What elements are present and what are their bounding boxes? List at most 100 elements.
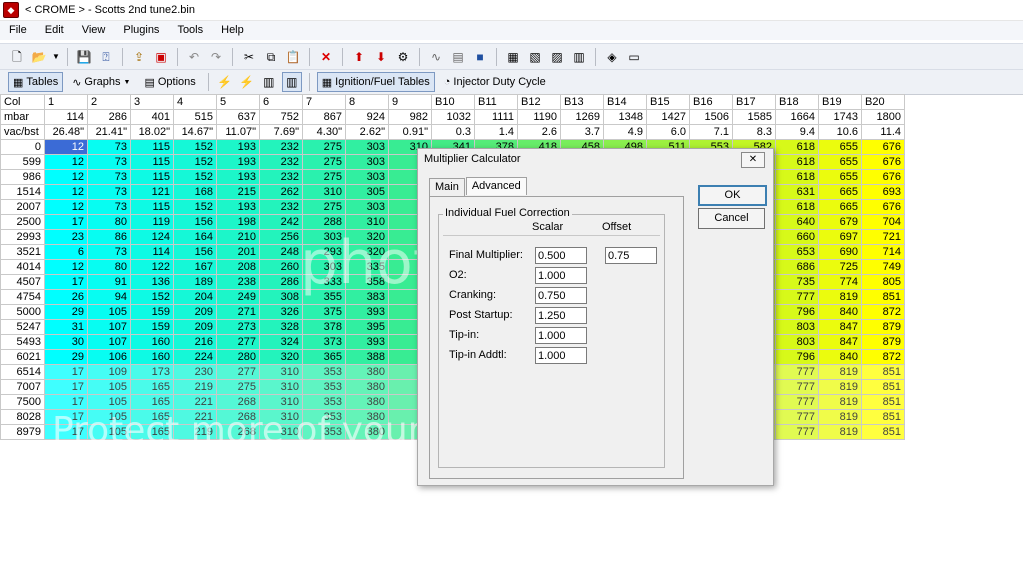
table-cell[interactable]: 242 [259,214,303,230]
table-cell[interactable]: 310 [345,214,389,230]
table-cell[interactable]: 303 [302,229,346,245]
table-cell[interactable]: 851 [861,364,905,380]
table-cell[interactable]: 840 [818,304,862,320]
table-cell[interactable]: 189 [173,274,217,290]
table-cell[interactable]: 690 [818,244,862,260]
table-cell[interactable]: 326 [259,304,303,320]
table-cell[interactable]: 73 [87,169,131,185]
table-cell[interactable]: 380 [345,379,389,395]
table-cell[interactable]: 380 [345,409,389,425]
table-cell[interactable]: 777 [775,424,819,440]
table-cell[interactable]: 219 [173,424,217,440]
table-cell[interactable]: 303 [302,259,346,275]
table-cell[interactable]: 686 [775,259,819,275]
table-cell[interactable]: 152 [173,154,217,170]
table-cell[interactable]: 819 [818,409,862,425]
table-cell[interactable]: 221 [173,409,217,425]
wand-icon[interactable]: ⚡ [216,73,234,91]
table-cell[interactable]: 378 [302,319,346,335]
table-cell[interactable]: 275 [302,139,346,155]
close-icon[interactable]: ✕ [741,152,765,168]
table-cell[interactable]: 12 [44,154,88,170]
table-cell[interactable]: 640 [775,214,819,230]
table-cell[interactable]: 105 [87,424,131,440]
table-cell[interactable]: 805 [861,274,905,290]
eraser-icon[interactable]: ◈ [603,48,621,66]
table-cell[interactable]: 303 [345,199,389,215]
device-icon[interactable]: ▨ [548,48,566,66]
table-cell[interactable]: 777 [775,379,819,395]
table-cell[interactable]: 80 [87,214,131,230]
clear-icon[interactable]: ▭ [625,48,643,66]
table-cell[interactable]: 17 [44,424,88,440]
table-cell[interactable]: 872 [861,304,905,320]
table-cell[interactable]: 215 [216,184,260,200]
table-cell[interactable]: 355 [302,289,346,305]
table-cell[interactable]: 693 [861,184,905,200]
table-cell[interactable]: 310 [259,424,303,440]
table-cell[interactable]: 26 [44,289,88,305]
table-cell[interactable]: 803 [775,334,819,350]
tip-in-addtl-input[interactable] [535,347,587,364]
o2-input[interactable] [535,267,587,284]
table-cell[interactable]: 388 [345,349,389,365]
table-cell[interactable]: 232 [259,169,303,185]
table-cell[interactable]: 219 [173,379,217,395]
settings-icon[interactable]: ⚙ [394,48,412,66]
table-cell[interactable]: 248 [259,244,303,260]
chip-icon[interactable]: ▦ [504,48,522,66]
table-cell[interactable]: 164 [173,229,217,245]
table-cell[interactable]: 310 [259,379,303,395]
table-cell[interactable]: 275 [302,154,346,170]
table-cell[interactable]: 665 [818,199,862,215]
table-cell[interactable]: 160 [130,334,174,350]
table-cell[interactable]: 879 [861,319,905,335]
table-cell[interactable]: 165 [130,379,174,395]
table-cell[interactable]: 268 [216,394,260,410]
table-cell[interactable]: 230 [173,364,217,380]
copy-icon[interactable]: ⧉ [262,48,280,66]
table-cell[interactable]: 152 [130,289,174,305]
table-cell[interactable]: 165 [130,394,174,410]
table-cell[interactable]: 73 [87,139,131,155]
table-cell[interactable]: 107 [87,319,131,335]
table-cell[interactable]: 380 [345,424,389,440]
decrease-icon[interactable]: ⬇ [372,48,390,66]
table-cell[interactable]: 73 [87,199,131,215]
table-cell[interactable]: 320 [345,244,389,260]
menu-view[interactable]: View [73,21,115,40]
table-cell[interactable]: 353 [302,424,346,440]
table-cell[interactable]: 115 [130,199,174,215]
redo-icon[interactable]: ↷ [207,48,225,66]
chart-pressed-icon[interactable]: ▥ [281,72,302,92]
table-cell[interactable]: 193 [216,154,260,170]
table-cell[interactable]: 216 [173,334,217,350]
table-cell[interactable]: 308 [259,289,303,305]
table-cell[interactable]: 12 [44,139,88,155]
table-cell[interactable]: 631 [775,184,819,200]
table-cell[interactable]: 320 [259,349,303,365]
table-cell[interactable]: 324 [259,334,303,350]
table-cell[interactable]: 273 [216,319,260,335]
table-cell[interactable]: 618 [775,154,819,170]
table-cell[interactable]: 105 [87,394,131,410]
table-cell[interactable]: 193 [216,199,260,215]
paste-icon[interactable]: 📋 [284,48,302,66]
new-file-icon[interactable]: 🗋 [8,48,26,66]
table-cell[interactable]: 310 [259,394,303,410]
grid-icon[interactable]: ■ [471,48,489,66]
table-cell[interactable]: 12 [44,199,88,215]
table-cell[interactable]: 119 [130,214,174,230]
final-multiplier-input[interactable] [535,247,587,264]
table-cell[interactable]: 618 [775,169,819,185]
table-cell[interactable]: 310 [259,409,303,425]
delete-icon[interactable]: ✕ [317,48,335,66]
chart-icon[interactable]: ▥ [260,73,278,91]
table-cell[interactable]: 105 [87,409,131,425]
table-cell[interactable]: 777 [775,364,819,380]
final-multiplier-offset-input[interactable] [605,247,657,264]
table-icon[interactable]: ▤ [449,48,467,66]
table-cell[interactable]: 335 [345,259,389,275]
table-cell[interactable]: 383 [345,289,389,305]
table-cell[interactable]: 851 [861,424,905,440]
